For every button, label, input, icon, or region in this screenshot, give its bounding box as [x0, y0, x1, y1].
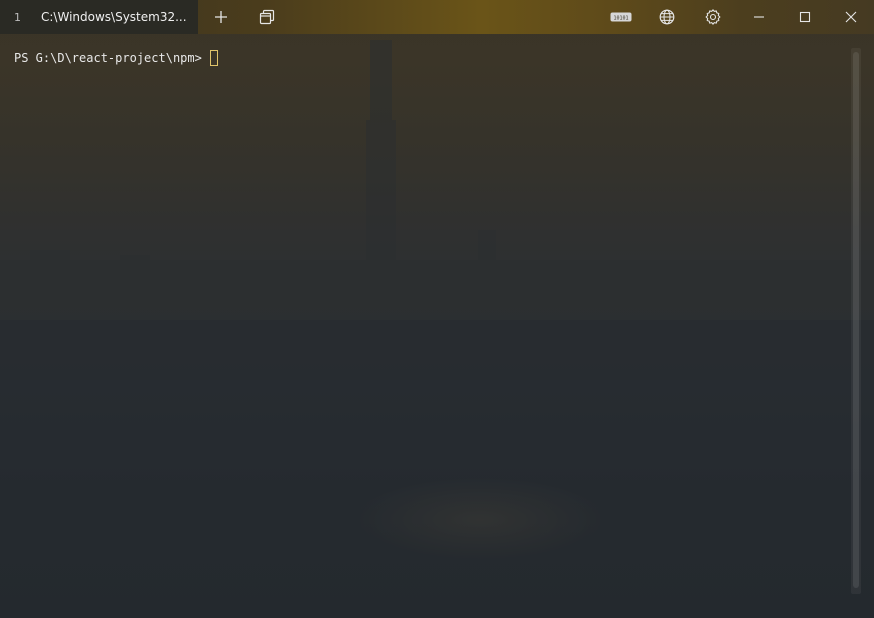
minimize-button[interactable]	[736, 0, 782, 34]
new-tab-button[interactable]	[198, 0, 244, 34]
svg-text:10101: 10101	[613, 16, 628, 22]
vertical-scrollbar[interactable]	[851, 48, 861, 594]
scrollbar-thumb[interactable]	[853, 52, 859, 588]
window-stack-icon	[259, 9, 275, 25]
tab-index: 1	[14, 10, 21, 24]
switch-window-button[interactable]	[244, 0, 290, 34]
maximize-button[interactable]	[782, 0, 828, 34]
network-button[interactable]	[644, 0, 690, 34]
maximize-icon	[799, 11, 811, 23]
tab-terminal[interactable]: 1 C:\Windows\System32...	[0, 0, 198, 34]
close-icon	[845, 11, 857, 23]
text-cursor	[210, 50, 219, 66]
ssh-connections-button[interactable]: 10101	[598, 0, 644, 34]
server-connection-icon: 10101	[610, 12, 632, 22]
gear-icon	[705, 9, 721, 25]
settings-button[interactable]	[690, 0, 736, 34]
terminal-window: 1 C:\Windows\System32... 10101 PS G:\D\r…	[0, 0, 874, 618]
tab-title: C:\Windows\System32...	[41, 10, 187, 24]
prompt-text: PS G:\D\react-project\npm>	[14, 51, 210, 65]
plus-icon	[215, 11, 227, 23]
globe-icon	[659, 9, 675, 25]
close-button[interactable]	[828, 0, 874, 34]
terminal-output[interactable]: PS G:\D\react-project\npm>	[0, 34, 848, 618]
title-bar-controls: 10101	[598, 0, 874, 34]
title-bar-drag-area[interactable]	[290, 0, 598, 34]
prompt-line: PS G:\D\react-project\npm>	[14, 50, 834, 66]
title-bar: 1 C:\Windows\System32... 10101	[0, 0, 874, 34]
minimize-icon	[754, 16, 764, 18]
